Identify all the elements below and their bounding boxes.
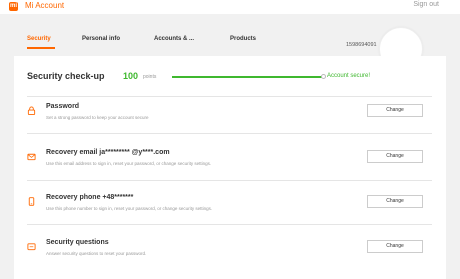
mail-icon [27, 153, 36, 161]
account-secure-status: Account secure! [327, 73, 371, 79]
mi-logo[interactable]: mi [9, 2, 18, 11]
security-item-title: Recovery phone +48******* [46, 194, 134, 201]
divider [27, 180, 432, 181]
security-item-recovery-email: Recovery email ja********* @y****.com Us… [14, 147, 446, 177]
security-item-description: Use this phone number to sign in, reset … [46, 206, 213, 211]
question-icon [27, 243, 36, 251]
checkup-score: 100 [123, 71, 139, 81]
security-item-recovery-phone: Recovery phone +48******* Use this phone… [14, 192, 446, 222]
security-checkup: Security check-up 100 points Account sec… [27, 71, 437, 85]
account-id: 1598694091 [346, 42, 377, 48]
divider [27, 224, 432, 225]
progress-end-dot [321, 74, 326, 79]
security-item-title: Password [46, 103, 80, 110]
checkup-title: Security check-up [27, 71, 105, 81]
lock-icon [27, 106, 36, 115]
security-item-security-questions: Security questions Answer security quest… [14, 237, 446, 267]
phone-icon [28, 197, 35, 206]
security-item-description: Use this email address to sign in, reset… [46, 161, 212, 166]
app-title: Mi Account [25, 1, 65, 10]
tab-products[interactable]: Products [230, 36, 256, 42]
sign-out-link[interactable]: Sign out [413, 1, 439, 8]
change-security-questions-button[interactable]: Change [367, 240, 423, 253]
tab-accounts[interactable]: Accounts & ... [154, 36, 194, 42]
security-panel: Security check-up 100 points Account sec… [14, 56, 446, 279]
security-item-description: Set a strong password to keep your accou… [46, 115, 149, 120]
points-label: points [143, 74, 157, 80]
active-tab-indicator [27, 47, 55, 49]
security-item-title: Security questions [46, 239, 109, 246]
top-bar: mi Mi Account Sign out [0, 0, 460, 14]
divider [27, 96, 432, 97]
divider [27, 133, 432, 134]
change-recovery-phone-button[interactable]: Change [367, 195, 423, 208]
security-item-title: Recovery email ja********* @y****.com [46, 149, 170, 156]
security-progress-bar [172, 76, 322, 78]
tab-personal-info[interactable]: Personal info [82, 36, 120, 42]
security-item-description: Answer security questions to reset your … [46, 251, 147, 256]
tab-security[interactable]: Security [27, 36, 51, 42]
change-recovery-email-button[interactable]: Change [367, 150, 423, 163]
change-password-button[interactable]: Change [367, 104, 423, 117]
security-item-password: Password Set a strong password to keep y… [14, 101, 446, 131]
security-progress-fill [172, 76, 322, 78]
